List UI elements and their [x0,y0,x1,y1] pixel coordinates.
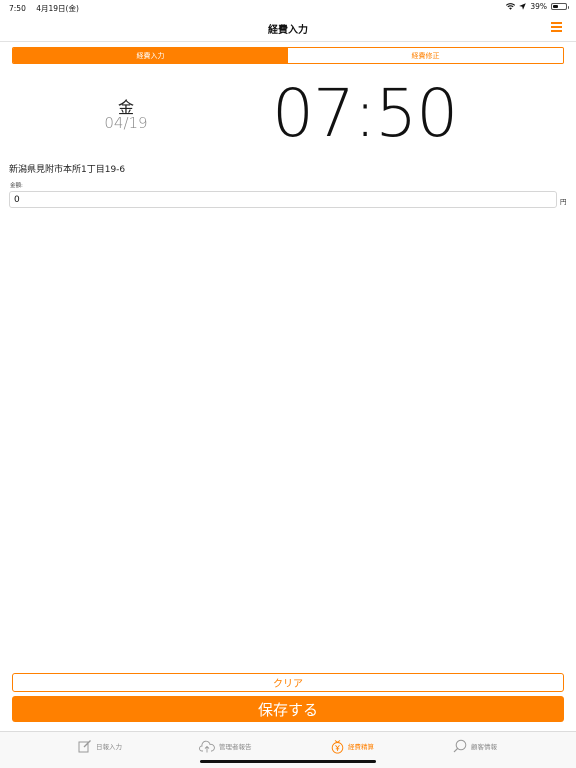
edit-icon [78,740,91,753]
battery-tip [567,5,569,9]
tab-daily-report[interactable]: 日報入力 [78,738,122,754]
battery-percent: 39% [530,2,547,11]
tab-customer-info[interactable]: 顧客情報 [453,738,497,754]
tab-expense-settlement[interactable]: 経費精算 [331,738,374,754]
date-label: 04/19 [104,114,148,132]
tab-label: 日報入力 [96,743,122,751]
status-left: 7:50 4月19日(金) [9,3,87,14]
address-text: 新潟県見附市本所1丁目19-6 [9,165,126,175]
battery-fill [553,5,558,8]
search-icon [453,739,467,753]
status-right: 39% [506,2,569,11]
status-bar: 7:50 4月19日(金) 39% [0,0,576,14]
wifi-icon [506,3,516,10]
segment-expense-edit[interactable]: 経費修正 [288,48,563,63]
tab-label: 管理者報告 [219,743,252,751]
yen-coin-icon [331,739,344,754]
amount-label: 金額: [10,183,23,189]
tab-manager-report[interactable]: 管理者報告 [199,738,252,754]
cloud-upload-icon [199,740,215,752]
tab-label: 経費精算 [348,743,374,751]
mode-segmented-control: 経費入力 経費修正 [12,47,564,64]
segment-expense-entry[interactable]: 経費入力 [13,48,288,63]
battery-icon [551,3,569,10]
navigation-bar: 経費入力 [0,14,576,42]
save-button[interactable]: 保存する [12,696,564,722]
home-indicator [200,760,376,763]
page-title: 経費入力 [268,25,308,36]
amount-unit: 円 [560,198,567,206]
app-screen: 7:50 4月19日(金) 39% 経費入力 経費入力 経費修正 金 04/19… [0,0,576,768]
status-date: 4月19日(金) [36,4,79,13]
status-time: 7:50 [9,4,26,13]
menu-button[interactable] [551,22,562,32]
amount-input[interactable] [9,191,557,208]
time-display: 07:50 [272,75,458,152]
location-arrow-icon [519,3,527,10]
clear-button[interactable]: クリア [12,673,564,692]
tab-label: 顧客情報 [471,743,497,751]
